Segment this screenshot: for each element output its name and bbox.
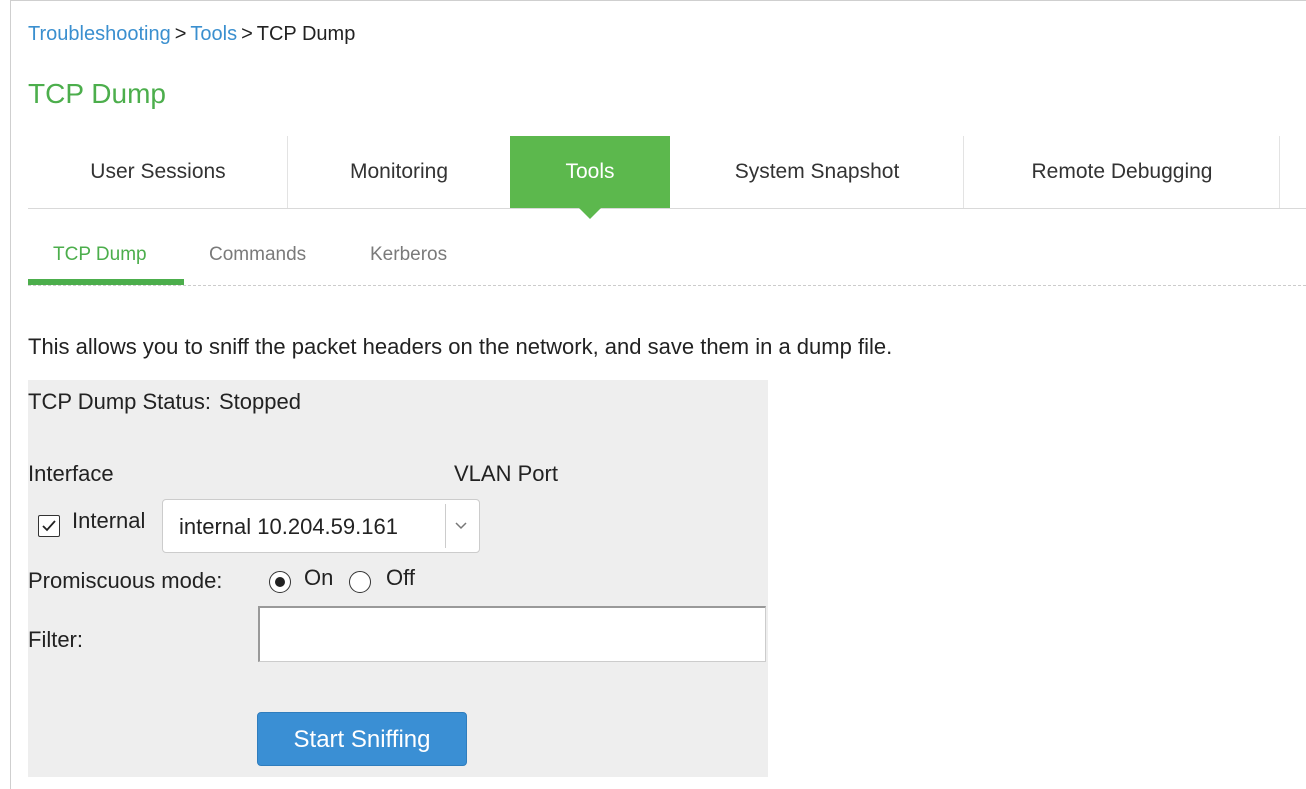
promiscuous-on-radio[interactable] xyxy=(269,571,291,593)
promiscuous-off-radio[interactable] xyxy=(349,571,371,593)
filter-label: Filter: xyxy=(28,627,83,652)
status-label: TCP Dump Status: xyxy=(28,389,211,414)
subtab-tcp-dump[interactable]: TCP Dump xyxy=(53,242,147,268)
internal-checkbox-label: Internal xyxy=(72,508,146,533)
chevron-down-icon xyxy=(455,522,467,530)
interface-label: Interface xyxy=(28,461,114,486)
tab-divider xyxy=(1279,136,1280,208)
vlan-port-label: VLAN Port xyxy=(454,461,558,486)
check-icon xyxy=(42,520,56,532)
breadcrumb-link-troubleshooting[interactable]: Troubleshooting xyxy=(28,23,171,45)
interface-select[interactable]: internal 10.204.59.161 xyxy=(162,499,480,553)
tab-label: System Snapshot xyxy=(734,160,900,183)
status-row: TCP Dump Status: Stopped xyxy=(28,388,301,416)
filter-input[interactable] xyxy=(258,606,766,662)
breadcrumb: Troubleshooting > Tools > TCP Dump xyxy=(28,22,355,46)
page-description: This allows you to sniff the packet head… xyxy=(28,334,893,359)
tab-label: Monitoring xyxy=(349,160,449,183)
tab-user-sessions[interactable]: User Sessions xyxy=(28,136,288,208)
active-subtab-indicator xyxy=(28,279,184,285)
subtab-commands[interactable]: Commands xyxy=(209,242,306,268)
page-title: TCP Dump xyxy=(28,78,166,109)
breadcrumb-link-tools[interactable]: Tools xyxy=(190,23,237,45)
promiscuous-mode-label: Promiscuous mode: xyxy=(28,568,223,593)
tab-system-snapshot[interactable]: System Snapshot xyxy=(670,136,964,208)
tab-label: Remote Debugging xyxy=(1031,160,1213,183)
status-value: Stopped xyxy=(219,389,301,414)
subtab-kerberos[interactable]: Kerberos xyxy=(370,242,447,268)
start-sniffing-button[interactable]: Start Sniffing xyxy=(257,712,467,766)
promiscuous-on-label: On xyxy=(304,565,334,590)
breadcrumb-separator: > xyxy=(174,23,187,45)
breadcrumb-separator: > xyxy=(241,23,253,45)
interface-select-value: internal 10.204.59.161 xyxy=(179,514,398,539)
select-divider xyxy=(445,504,446,548)
tab-label: User Sessions xyxy=(90,160,226,183)
tab-label: Tools xyxy=(565,160,615,183)
internal-checkbox[interactable] xyxy=(38,515,60,537)
tcp-dump-form-panel: TCP Dump Status: Stopped Interface VLAN P… xyxy=(28,380,768,777)
promiscuous-off-label: Off xyxy=(386,565,415,590)
main-tab-bar: User Sessions Monitoring Tools System Sn… xyxy=(28,136,1306,219)
tab-remote-debugging[interactable]: Remote Debugging xyxy=(964,136,1280,208)
radio-selected-dot xyxy=(274,576,285,587)
tab-monitoring[interactable]: Monitoring xyxy=(288,136,510,208)
tab-tools[interactable]: Tools xyxy=(510,136,670,219)
sub-tab-bar: TCP Dump Commands Kerberos xyxy=(28,228,1306,286)
breadcrumb-current: TCP Dump xyxy=(256,23,356,45)
